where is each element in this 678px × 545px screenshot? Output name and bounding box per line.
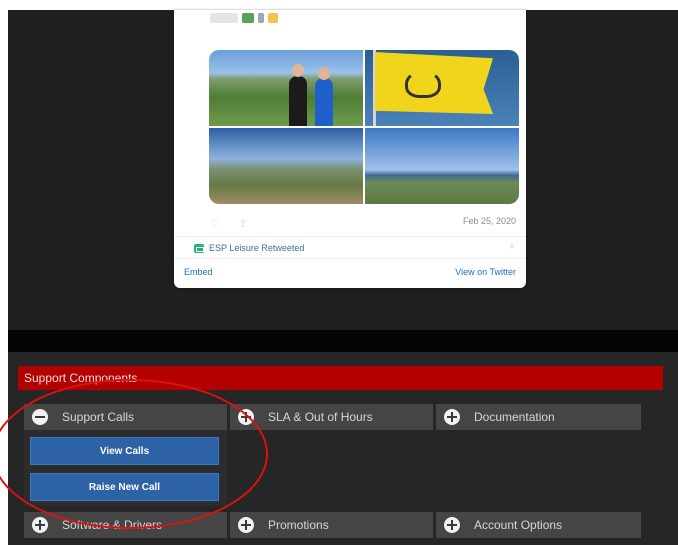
raise-new-call-button[interactable]: Raise New Call bbox=[30, 473, 219, 501]
section-sla-out-of-hours[interactable]: SLA & Out of Hours bbox=[230, 404, 433, 430]
section-software-drivers[interactable]: Software & Drivers bbox=[24, 512, 227, 538]
heart-icon[interactable]: ♡ bbox=[210, 217, 220, 230]
tweet-photo-golfers[interactable] bbox=[209, 50, 363, 126]
section-label: Documentation bbox=[474, 410, 555, 424]
flag-bird-logo-icon bbox=[405, 70, 441, 98]
plus-circle-icon[interactable] bbox=[444, 409, 460, 425]
plus-circle-icon[interactable] bbox=[238, 409, 254, 425]
section-promotions[interactable]: Promotions bbox=[230, 512, 433, 538]
tweet-photo-grid[interactable] bbox=[209, 50, 519, 204]
person-figure bbox=[289, 76, 307, 126]
panel-title: Support Components bbox=[24, 371, 138, 385]
person-head bbox=[318, 67, 330, 80]
section-label: Promotions bbox=[268, 518, 329, 532]
embed-link[interactable]: Embed bbox=[184, 267, 213, 277]
person-figure bbox=[315, 78, 333, 126]
section-documentation[interactable]: Documentation bbox=[436, 404, 641, 430]
section-divider-band bbox=[8, 330, 678, 352]
divider bbox=[174, 258, 526, 259]
tweet-photo-sea[interactable] bbox=[365, 128, 519, 204]
embedded-tweet-card: ♡ ⇪ Feb 25, 2020 ESP Leisure Retweeted ✦… bbox=[174, 10, 526, 288]
retweet-icon bbox=[194, 243, 204, 253]
section-label: Support Calls bbox=[62, 410, 135, 424]
tweet-actions: ♡ ⇪ bbox=[210, 214, 262, 230]
minus-circle-icon[interactable] bbox=[32, 409, 48, 425]
plus-circle-icon[interactable] bbox=[32, 517, 48, 533]
tweet-photo-flag[interactable] bbox=[365, 50, 519, 126]
retweet-label: ESP Leisure Retweeted bbox=[209, 243, 305, 253]
divider bbox=[174, 236, 526, 237]
support-components-header: Support Components bbox=[18, 366, 663, 390]
share-icon[interactable]: ⇪ bbox=[238, 217, 247, 230]
view-on-twitter-link[interactable]: View on Twitter bbox=[455, 267, 516, 277]
page-dark-background: ♡ ⇪ Feb 25, 2020 ESP Leisure Retweeted ✦… bbox=[8, 10, 678, 330]
section-label: Software & Drivers bbox=[62, 518, 163, 532]
tweet-text-fragment bbox=[210, 10, 320, 24]
plus-circle-icon[interactable] bbox=[238, 517, 254, 533]
support-calls-actions: View Calls Raise New Call bbox=[24, 430, 227, 506]
view-calls-button[interactable]: View Calls bbox=[30, 437, 219, 465]
tweet-photo-coast[interactable] bbox=[209, 128, 363, 204]
tweet-date[interactable]: Feb 25, 2020 bbox=[463, 216, 516, 226]
plus-circle-icon[interactable] bbox=[444, 517, 460, 533]
person-head bbox=[292, 64, 304, 77]
section-label: Account Options bbox=[474, 518, 563, 532]
section-account-options[interactable]: Account Options bbox=[436, 512, 641, 538]
section-label: SLA & Out of Hours bbox=[268, 410, 373, 424]
section-support-calls[interactable]: Support Calls bbox=[24, 404, 227, 430]
retweet-row[interactable]: ESP Leisure Retweeted bbox=[194, 243, 304, 253]
twitter-bird-icon[interactable]: ✦ bbox=[508, 242, 516, 253]
